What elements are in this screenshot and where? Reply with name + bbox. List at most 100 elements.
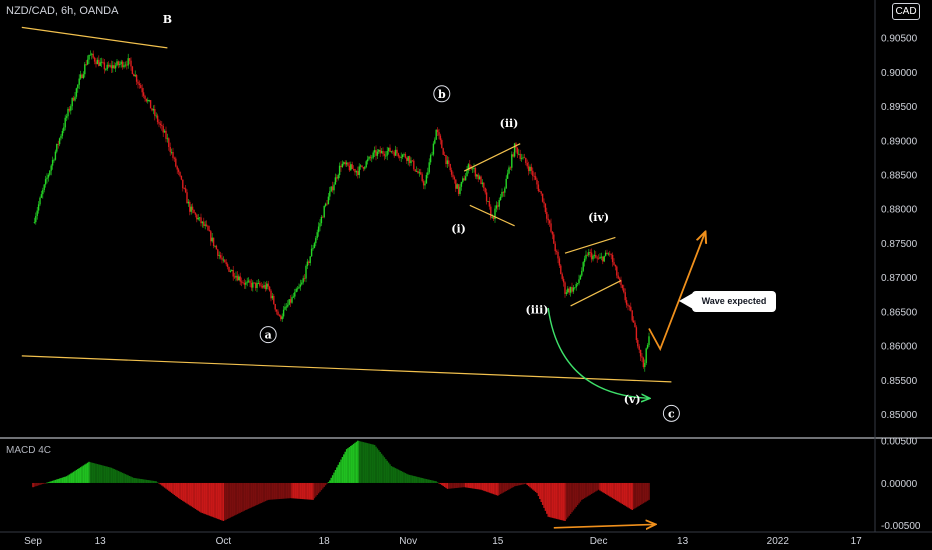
candle-body [121, 61, 124, 68]
candle-body [648, 336, 650, 345]
candle-body [403, 154, 405, 155]
macd-bar [77, 469, 79, 483]
macd-bar [508, 482, 510, 490]
macd-bar [446, 482, 449, 489]
macd-bar [418, 477, 421, 483]
macd-bar [260, 482, 262, 504]
macd-bar [225, 482, 227, 520]
candle-body [320, 216, 323, 224]
candle-body [71, 97, 73, 107]
macd-bar [637, 482, 639, 507]
macd-bar [322, 482, 324, 489]
candle-body [417, 171, 419, 174]
macd-bar [449, 482, 451, 489]
macd-bar [442, 482, 444, 487]
macd-bar [296, 482, 299, 499]
candle-body [205, 224, 208, 226]
symbol-title[interactable]: NZD/CAD, 6h, OANDA [6, 5, 118, 17]
macd-histogram [32, 440, 650, 522]
candle-body [233, 276, 236, 278]
macd-bar [618, 482, 621, 503]
candle-body [571, 287, 573, 292]
macd-bar [186, 482, 188, 504]
candle-body [170, 152, 173, 153]
candle-body [117, 61, 120, 66]
macd-bar [65, 476, 68, 483]
candle-body [145, 98, 148, 102]
candle-body [581, 270, 583, 276]
macd-bar [177, 482, 180, 499]
candle-body [421, 174, 423, 182]
candle-body [539, 191, 541, 192]
candle-body [578, 279, 580, 284]
currency-badge[interactable]: CAD [892, 3, 920, 20]
candle-body [319, 223, 321, 227]
macd-bar [498, 482, 500, 495]
macd-bar [92, 462, 94, 483]
macd-bar [403, 472, 405, 483]
candle-body [147, 100, 149, 102]
candle-body [95, 61, 97, 65]
candle-body [603, 255, 605, 262]
macd-bar [243, 482, 246, 511]
candle-body [616, 266, 618, 276]
candle-body [548, 220, 551, 224]
macd-bar [95, 463, 97, 483]
candle-body [415, 171, 418, 172]
macd-bar [539, 482, 541, 500]
candle-body [106, 64, 108, 70]
candle-body [646, 344, 649, 349]
candle-body [460, 181, 463, 187]
candle-body [408, 156, 411, 164]
candle-body [623, 288, 625, 293]
macd-bar [518, 482, 520, 486]
candle-body [254, 282, 257, 289]
macd-bar [58, 478, 61, 483]
macd-bar [57, 478, 59, 483]
time-axis[interactable]: Sep 13 Oct 18 Nov 15 Dec 13 2022 17 [24, 536, 862, 547]
macd-axis[interactable]: 0.00500 0.00000 -0.00500 [881, 437, 921, 533]
macd-bar [348, 447, 351, 483]
macd-bar [232, 482, 234, 517]
candle-body [411, 160, 414, 162]
candle-body [434, 139, 436, 144]
macd-bar [259, 482, 261, 504]
candle-body [372, 152, 374, 158]
macd-bar [277, 482, 279, 500]
macd-bar [291, 482, 293, 499]
macd-bar [319, 482, 321, 492]
candle-body [413, 160, 415, 170]
macd-bar [613, 482, 615, 500]
candle-body [543, 201, 545, 204]
candle-body [422, 181, 425, 186]
candle-body [317, 226, 320, 233]
indicator-title[interactable]: MACD 4C [6, 445, 51, 456]
candle-body [86, 59, 89, 65]
candle-body [466, 170, 468, 177]
candle-body [89, 54, 92, 56]
macd-bar [540, 482, 542, 502]
macd-bar [519, 482, 521, 486]
candle-body [572, 287, 575, 292]
macd-bar [382, 455, 384, 483]
candle-body [253, 282, 255, 284]
candle-body [483, 182, 485, 189]
macd-bar [358, 441, 360, 483]
candle-body [252, 282, 254, 288]
candle-body [351, 164, 353, 169]
candle-body [522, 157, 524, 159]
macd-bar [574, 482, 576, 509]
candle-body [152, 109, 155, 111]
macd-bar [399, 470, 401, 483]
candle-body [295, 288, 297, 293]
candle-body [49, 170, 51, 175]
candle-body [449, 164, 451, 171]
candle-body [133, 73, 135, 77]
candle-body [340, 165, 342, 168]
price-chart[interactable]: Bab(i)(ii)(iii)(iv)(v)c 0.850000.855000.… [0, 0, 932, 550]
price-axis[interactable]: 0.85000 0.85500 0.86000 0.86500 0.87000 0.875… [881, 34, 918, 421]
macd-bar [340, 459, 342, 483]
macd-bar [438, 482, 440, 484]
candle-body [352, 168, 355, 170]
candle-body [165, 130, 167, 139]
